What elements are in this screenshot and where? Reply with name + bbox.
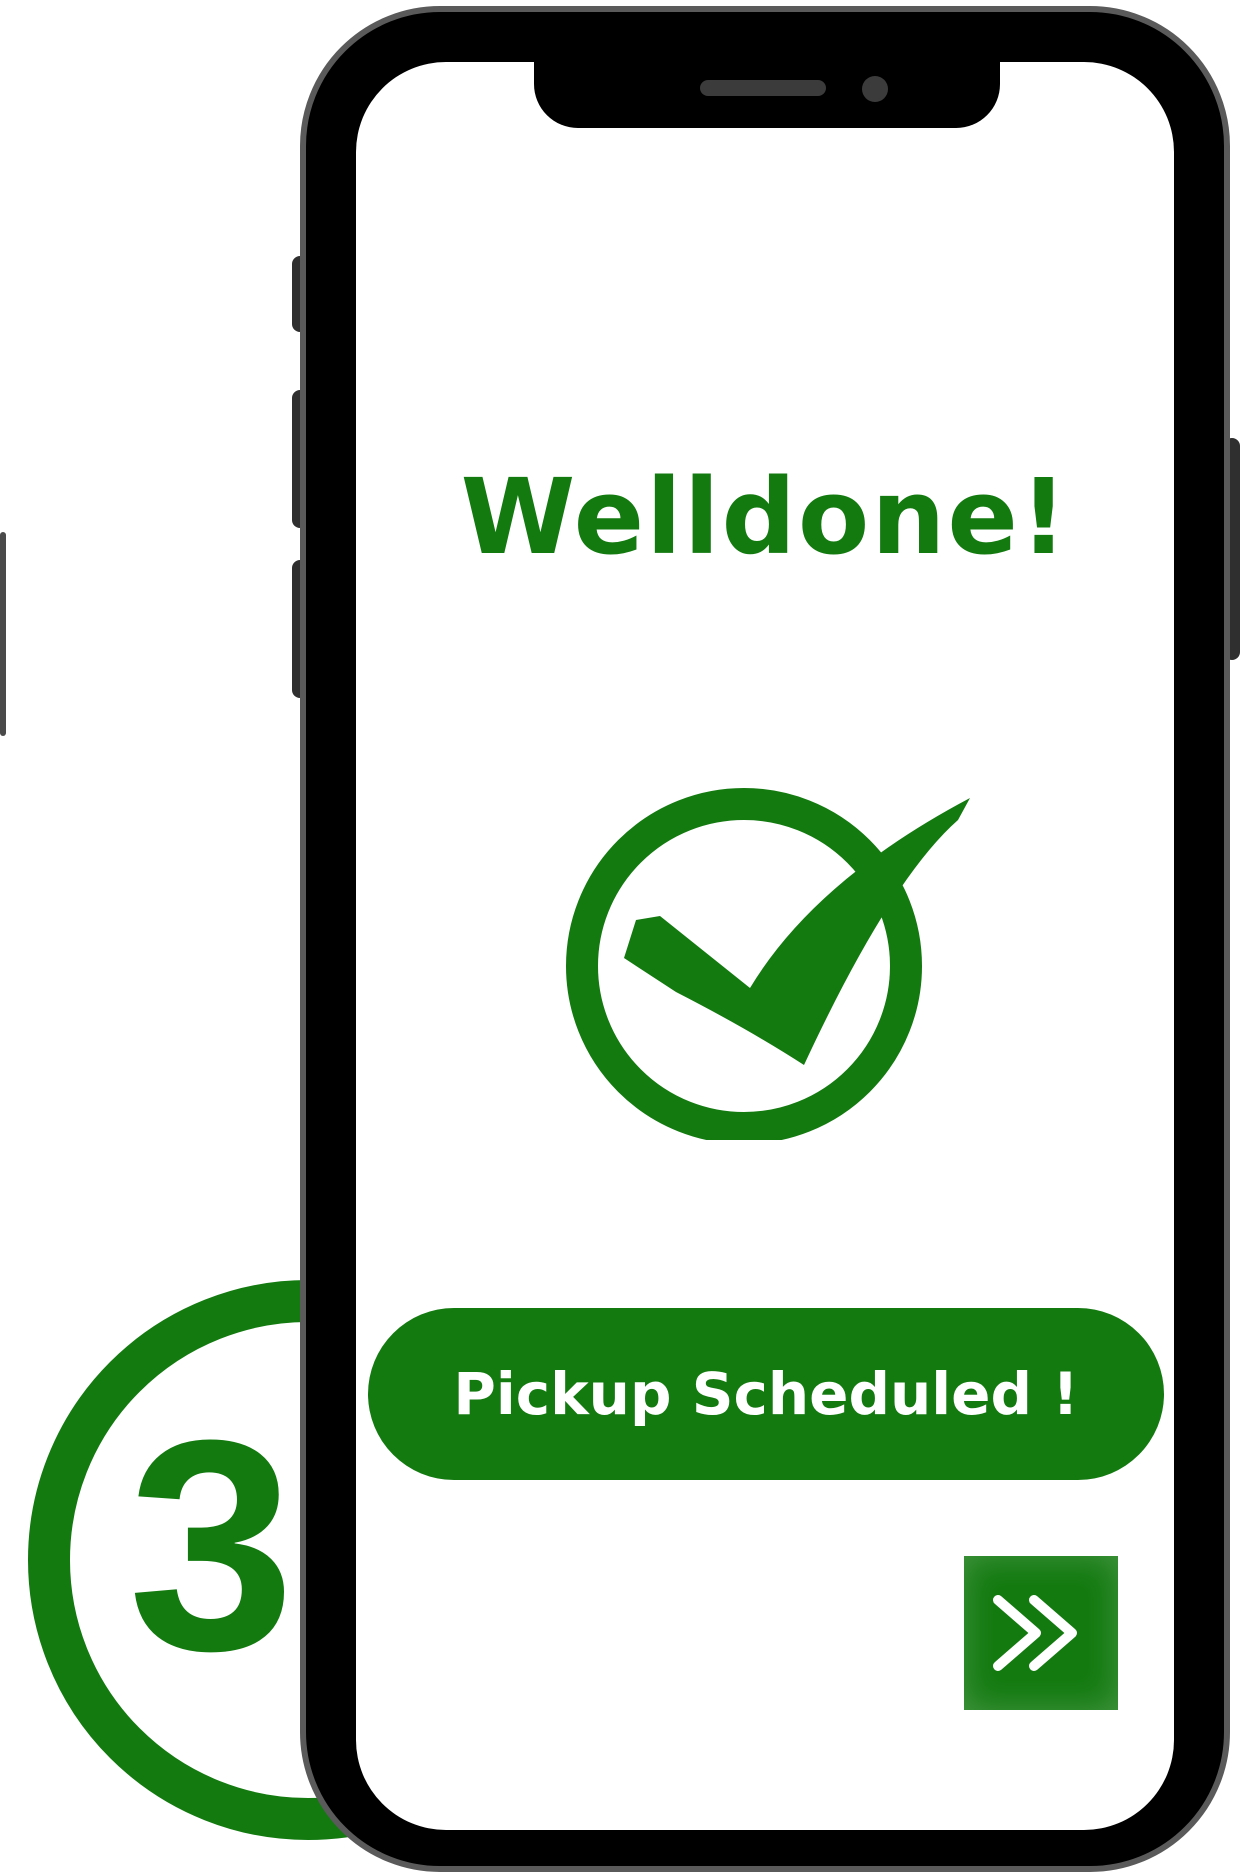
phone-speaker (700, 80, 826, 96)
left-edge-line (0, 532, 6, 736)
phone-camera (862, 76, 888, 102)
pickup-scheduled-button[interactable]: Pickup Scheduled ! (368, 1308, 1164, 1480)
double-chevron-right-icon (993, 1595, 1077, 1671)
next-button[interactable] (964, 1556, 1118, 1710)
page-title: Welldone! (460, 456, 1070, 578)
step-number: 3 (128, 1377, 295, 1713)
checkmark-circle-icon (560, 760, 980, 1144)
